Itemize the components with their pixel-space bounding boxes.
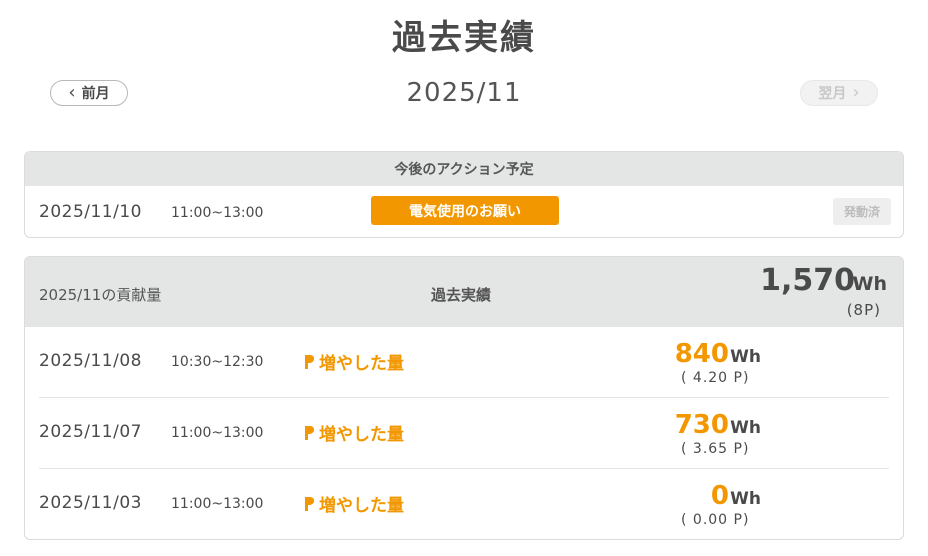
- total-unit: Wh: [852, 273, 887, 295]
- arrow-increase-icon: [305, 425, 314, 440]
- upcoming-actions-card: 今後のアクション予定 2025/11/10 11:00~13:00 電気使用のお…: [24, 151, 904, 238]
- current-month: 2025/11: [406, 78, 522, 108]
- increase-tag: 増やした量: [303, 349, 404, 374]
- action-time: 11:00~13:00: [171, 205, 264, 221]
- next-month-button[interactable]: 翌月 ›: [800, 80, 878, 106]
- chevron-right-icon: ›: [852, 82, 860, 103]
- total-value: 1,570: [760, 263, 855, 298]
- row-time: 10:30~12:30: [171, 354, 264, 370]
- row-date: 2025/11/07: [39, 422, 142, 442]
- action-row: 2025/11/10 11:00~13:00 電気使用のお願い 発動済: [25, 186, 903, 237]
- action-date: 2025/11/10: [39, 202, 142, 222]
- status-badge: 発動済: [833, 198, 891, 225]
- row-date: 2025/11/03: [39, 493, 142, 513]
- electricity-request-button[interactable]: 電気使用のお願い: [371, 196, 559, 225]
- amount-unit: Wh: [730, 489, 761, 509]
- history-row: 2025/11/03 11:00~13:00 増やした量 0 Wh ( 0.00…: [25, 469, 903, 539]
- contribution-header: 2025/11の貢献量 過去実績 1,570 Wh (8P): [25, 257, 903, 327]
- amount-unit: Wh: [730, 347, 761, 367]
- past-results-label: 過去実績: [431, 286, 492, 304]
- amount-value: 840: [674, 339, 729, 369]
- row-date: 2025/11/08: [39, 351, 142, 371]
- amount-value: 0: [710, 481, 729, 511]
- contribution-label: 2025/11の貢献量: [39, 286, 162, 304]
- amount-value: 730: [674, 410, 729, 440]
- amount-unit: Wh: [730, 418, 761, 438]
- next-month-label: 翌月: [818, 86, 847, 102]
- total-points: (8P): [846, 301, 881, 319]
- amount-points: ( 0.00 P): [681, 512, 750, 528]
- history-row: 2025/11/08 10:30~12:30 増やした量 840 Wh ( 4.…: [25, 327, 903, 398]
- amount-points: ( 3.65 P): [681, 441, 750, 457]
- increase-tag-label: 増やした量: [319, 354, 404, 374]
- increase-tag: 増やした量: [303, 491, 404, 516]
- arrow-increase-icon: [305, 496, 314, 511]
- increase-tag-label: 増やした量: [319, 425, 404, 445]
- row-time: 11:00~13:00: [171, 496, 264, 512]
- increase-tag-label: 増やした量: [319, 496, 404, 516]
- row-time: 11:00~13:00: [171, 425, 264, 441]
- arrow-increase-icon: [305, 354, 314, 369]
- contribution-card: 2025/11の貢献量 過去実績 1,570 Wh (8P) 2025/11/0…: [24, 256, 904, 540]
- history-row: 2025/11/07 11:00~13:00 増やした量 730 Wh ( 3.…: [25, 398, 903, 469]
- increase-tag: 増やした量: [303, 420, 404, 445]
- page-title: 過去実績: [392, 18, 536, 58]
- amount-points: ( 4.20 P): [681, 370, 750, 386]
- upcoming-actions-header: 今後のアクション予定: [25, 152, 903, 186]
